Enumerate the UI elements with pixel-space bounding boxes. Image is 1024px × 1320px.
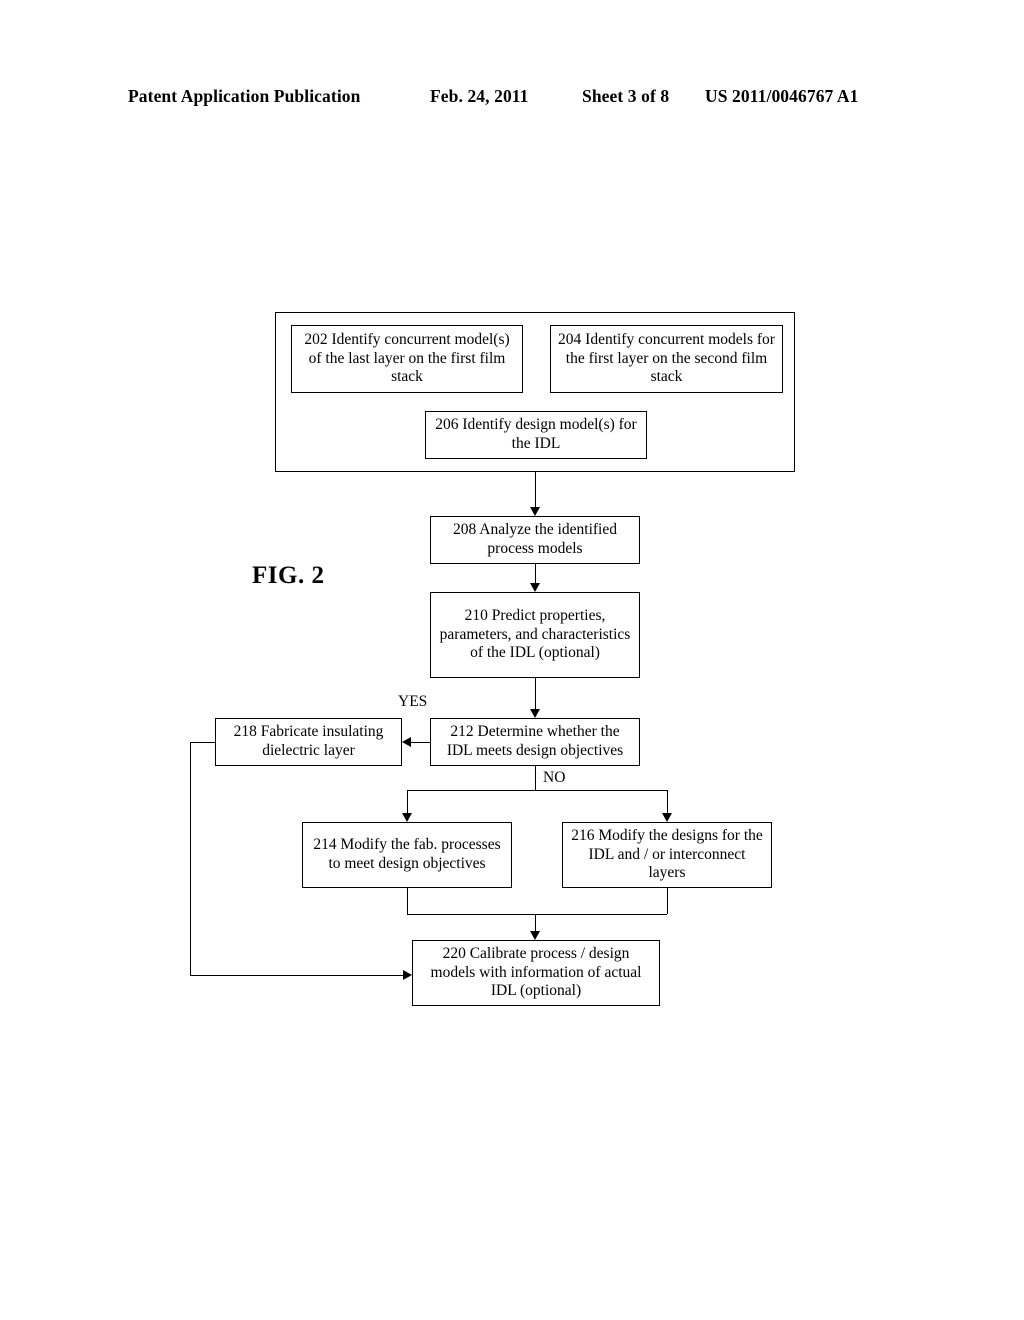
connector-218-feedback-out: [190, 742, 216, 743]
connector-merge-bar: [407, 914, 667, 915]
flow-node-202-label: 202 Identify concurrent model(s) of the …: [304, 330, 510, 386]
arrowhead-218-feedback-to-220: [403, 969, 412, 980]
flow-node-204-label: 204 Identify concurrent models for the f…: [558, 330, 775, 386]
connector-212-no-trunk: [535, 766, 536, 790]
connector-no-split-bar: [407, 790, 667, 791]
connector-210-to-212: [535, 678, 536, 709]
flow-node-210: 210 Predict properties, parameters, and …: [430, 592, 640, 678]
flow-node-208-label: 208 Analyze the identified process model…: [453, 521, 617, 557]
connector-212-to-218-yes: [411, 742, 430, 743]
connector-218-feedback-in: [190, 975, 403, 976]
connector-merge-to-220: [535, 914, 536, 931]
flow-node-212: 212 Determine whether the IDL meets desi…: [430, 718, 640, 766]
flow-node-202: 202 Identify concurrent model(s) of the …: [291, 325, 523, 393]
arrowhead-no-to-216: [661, 813, 672, 822]
flow-node-218: 218 Fabricate insulating dielectric laye…: [215, 718, 402, 766]
flow-node-214-label: 214 Modify the fab. processes to meet de…: [313, 836, 501, 872]
branch-label-yes: YES: [398, 693, 428, 710]
connector-216-down: [667, 888, 668, 914]
page-header: Patent Application Publication Feb. 24, …: [0, 86, 1024, 112]
flow-node-216: 216 Modify the designs for the IDL and /…: [562, 822, 772, 888]
connector-group-to-208: [535, 472, 536, 507]
arrowhead-210-to-212: [529, 709, 540, 718]
branch-label-no: NO: [543, 769, 566, 786]
arrowhead-group-to-208: [529, 507, 540, 516]
flow-node-206-label: 206 Identify design model(s) for the IDL: [435, 416, 637, 452]
flow-node-210-label: 210 Predict properties, parameters, and …: [439, 606, 631, 662]
flow-node-212-label: 212 Determine whether the IDL meets desi…: [446, 723, 624, 759]
arrowhead-merge-to-220: [529, 931, 540, 940]
flow-node-214: 214 Modify the fab. processes to meet de…: [302, 822, 512, 888]
flow-node-220: 220 Calibrate process / design models wi…: [412, 940, 660, 1006]
arrowhead-no-to-214: [401, 813, 412, 822]
connector-214-down: [407, 888, 408, 914]
connector-208-to-210: [535, 564, 536, 583]
header-publication-date: Feb. 24, 2011: [430, 86, 529, 106]
header-patent-number: US 2011/0046767 A1: [705, 86, 859, 106]
figure-label: FIG. 2: [252, 562, 325, 589]
arrowhead-212-to-218: [402, 736, 411, 747]
flow-node-220-label: 220 Calibrate process / design models wi…: [430, 944, 642, 1000]
header-sheet-number: Sheet 3 of 8: [582, 86, 670, 106]
connector-no-to-214: [407, 790, 408, 813]
patent-figure-page: Patent Application Publication Feb. 24, …: [0, 0, 1024, 1320]
connector-218-feedback-down: [190, 742, 191, 975]
flow-node-204: 204 Identify concurrent models for the f…: [550, 325, 783, 393]
flow-node-216-label: 216 Modify the designs for the IDL and /…: [571, 826, 763, 882]
arrowhead-208-to-210: [529, 583, 540, 592]
flow-node-208: 208 Analyze the identified process model…: [430, 516, 640, 564]
connector-no-to-216: [667, 790, 668, 813]
flow-node-218-label: 218 Fabricate insulating dielectric laye…: [233, 723, 384, 759]
flow-node-206: 206 Identify design model(s) for the IDL: [425, 411, 647, 459]
header-publication-title: Patent Application Publication: [128, 86, 361, 106]
